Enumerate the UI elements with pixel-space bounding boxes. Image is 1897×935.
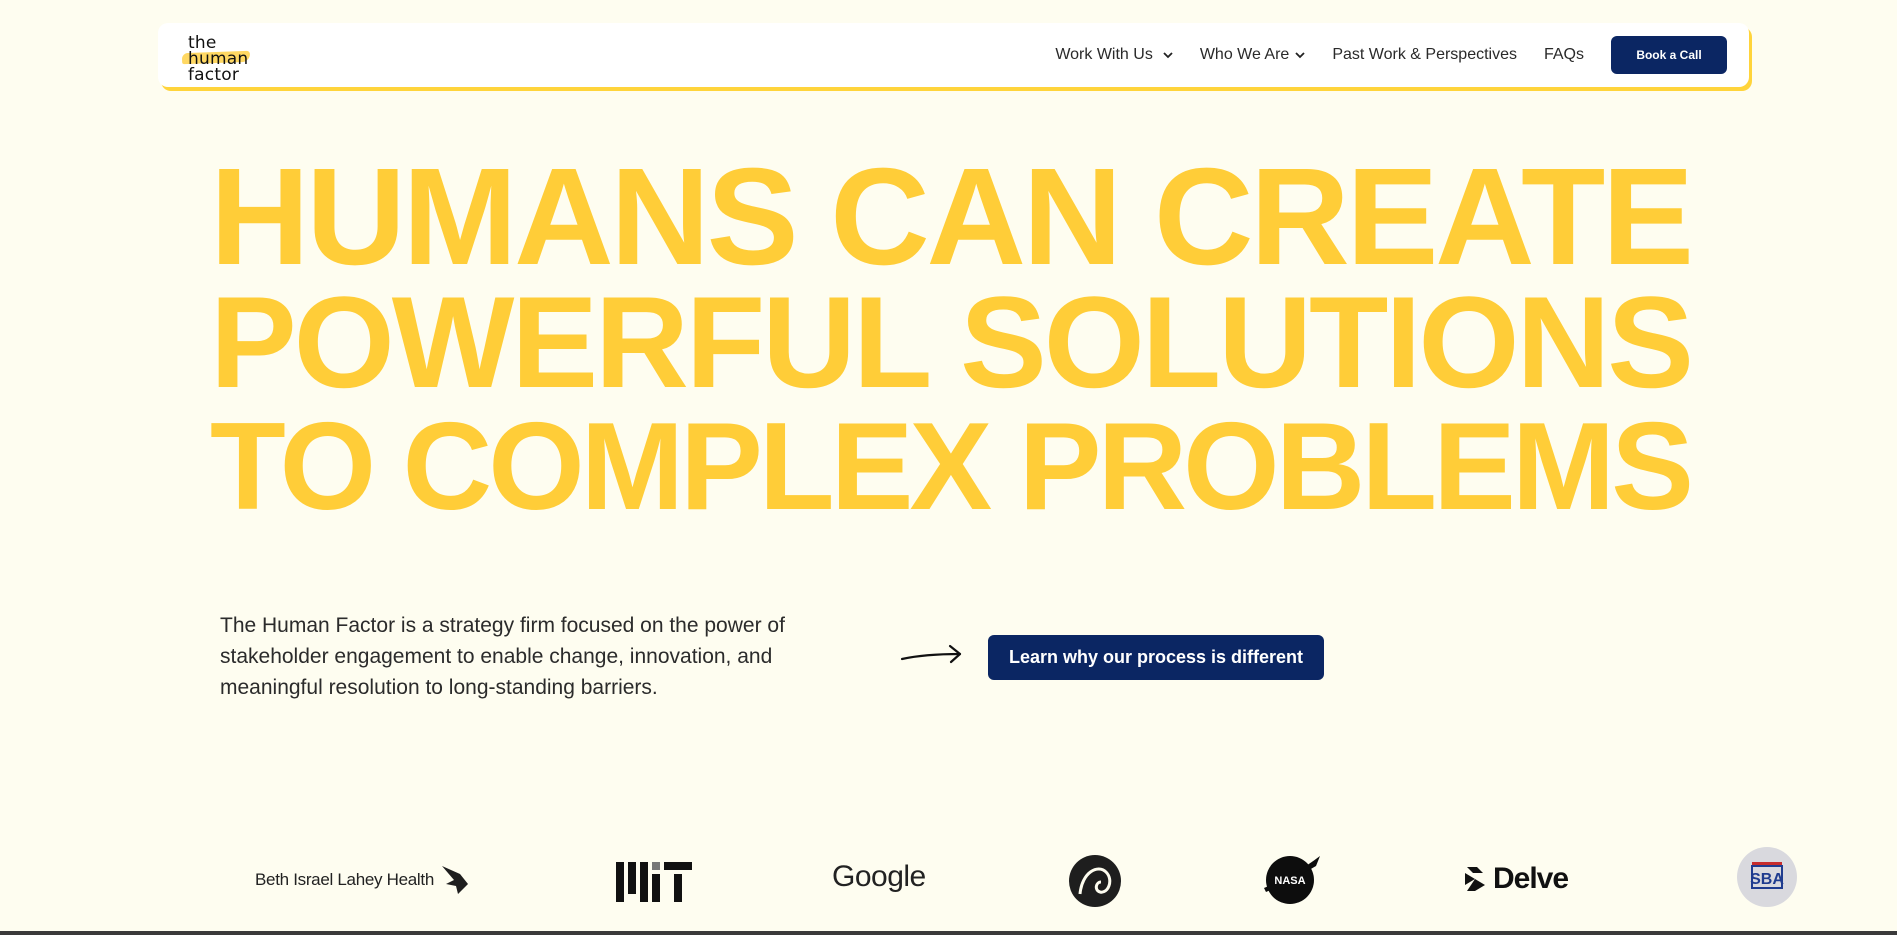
sba-seal-icon: SBA: [1737, 847, 1797, 907]
chevron-down-icon: [1295, 51, 1305, 58]
circle-logo-icon: [1069, 855, 1121, 907]
chevron-down-icon: [1163, 51, 1173, 58]
nasa-meatball-icon: NASA: [1264, 856, 1320, 904]
bilh-logo: Beth Israel Lahey Health: [255, 864, 470, 896]
site-header: the human factor Work With Us Who We Are…: [158, 23, 1749, 87]
delve-logo: Delve: [1463, 862, 1569, 896]
nav-work-with-us[interactable]: Work With Us: [1055, 46, 1173, 64]
hero-description: The Human Factor is a strategy firm focu…: [220, 614, 785, 699]
nav-who-we-are-label: Who We Are: [1199, 46, 1290, 63]
hero-line-1: HUMANS CAN CREATE: [210, 140, 1694, 294]
nav-past-work-label: Past Work & Perspectives: [1332, 46, 1517, 63]
nav-past-work[interactable]: Past Work & Perspectives: [1332, 46, 1517, 64]
mit-logo-icon: [616, 862, 692, 902]
hero-line-2: POWERFUL SOLUTIONS: [210, 269, 1694, 415]
delve-logo-text: Delve: [1493, 862, 1569, 895]
hero-headline: HUMANS CAN CREATE POWERFUL SOLUTIONS TO …: [210, 140, 1694, 536]
hero-line-3: TO COMPLEX PROBLEMS: [210, 398, 1694, 536]
nasa-logo-text: NASA: [1274, 875, 1305, 887]
nav-who-we-are[interactable]: Who We Are: [1200, 46, 1306, 64]
main-nav: Work With Us Who We Are Past Work & Pers…: [1055, 23, 1729, 87]
bilh-logo-text: Beth Israel Lahey Health: [255, 870, 434, 889]
sba-logo: SBA: [1736, 846, 1798, 908]
nav-faqs[interactable]: FAQs: [1544, 46, 1584, 64]
client-logos: Beth Israel Lahey Health Google NASA Del…: [0, 840, 1897, 935]
nav-faqs-label: FAQs: [1543, 46, 1584, 63]
delve-mark-icon: [1465, 867, 1485, 891]
logo-line-3: factor: [188, 65, 240, 85]
bottom-edge-bar: [0, 931, 1897, 935]
bilh-bird-icon: [441, 866, 468, 894]
nasa-logo: NASA: [1262, 854, 1322, 906]
google-logo: Google: [832, 860, 926, 893]
learn-process-button[interactable]: Learn why our process is different: [988, 635, 1324, 680]
sba-logo-text: SBA: [1750, 871, 1784, 888]
arrow-right-icon: [900, 644, 962, 664]
book-a-call-button[interactable]: Book a Call: [1611, 36, 1727, 74]
site-logo[interactable]: the human factor: [174, 29, 294, 85]
nav-work-with-us-label: Work With Us: [1055, 46, 1153, 63]
